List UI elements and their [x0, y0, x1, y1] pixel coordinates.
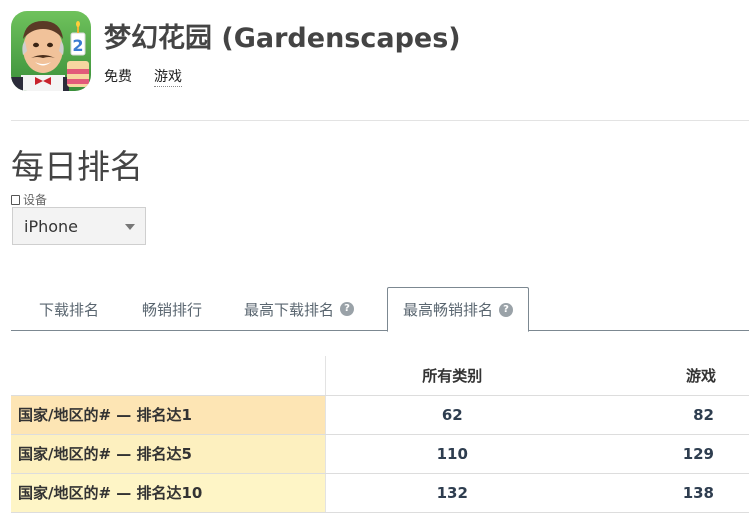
- tab-label: 下载排名: [39, 300, 100, 319]
- app-price: 免费: [104, 69, 132, 85]
- tab-label: 最高下载排名: [244, 300, 335, 319]
- app-title: 梦幻花园 (Gardenscapes): [104, 23, 461, 54]
- cell-games: 129: [579, 434, 749, 474]
- help-icon[interactable]: ?: [340, 302, 355, 316]
- tab-grossing-rank[interactable]: 畅销排行: [142, 287, 202, 331]
- device-label-text: 设备: [23, 193, 48, 207]
- header-divider: [11, 120, 749, 121]
- app-icon: 2: [11, 11, 91, 91]
- table-row: 国家/地区的# — 排名达5 110 129: [11, 434, 749, 474]
- device-select-value: iPhone: [24, 216, 79, 236]
- chevron-down-icon: [125, 224, 135, 230]
- device-label: 设备: [11, 191, 47, 208]
- ranking-table: 所有类别 游戏 国家/地区的# — 排名达1 62 82 国家/地区的# — 排…: [11, 356, 749, 513]
- tab-top-downloads-rank[interactable]: 最高下载排名 ?: [244, 287, 355, 331]
- cell-all-categories: 110: [325, 434, 579, 474]
- device-select[interactable]: iPhone: [12, 207, 146, 245]
- cell-all-categories: 62: [325, 395, 579, 435]
- cell-games: 82: [579, 395, 749, 435]
- row-label: 国家/地区的# — 排名达10: [11, 473, 326, 513]
- gardenscapes-app-icon: 2: [11, 11, 91, 91]
- table-row: 国家/地区的# — 排名达10 132 138: [11, 473, 749, 513]
- row-label: 国家/地区的# — 排名达1: [11, 395, 326, 435]
- icon-badge-number: 2: [72, 36, 83, 55]
- table-header-row: 所有类别 游戏: [11, 356, 749, 396]
- table-row: 国家/地区的# — 排名达1 62 82: [11, 395, 749, 435]
- row-label: 国家/地区的# — 排名达5: [11, 434, 326, 474]
- tab-label: 畅销排行: [142, 300, 203, 319]
- tab-label: 最高畅销排名: [403, 301, 494, 319]
- ranking-tabs: 下载排名 畅销排行 最高下载排名 ? 最高畅销排名 ?: [11, 287, 749, 332]
- table-header-all-categories: 所有类别: [325, 356, 579, 396]
- table-header-blank: [11, 356, 326, 396]
- help-icon[interactable]: ?: [499, 302, 514, 317]
- cell-games: 138: [579, 473, 749, 513]
- app-genre-link[interactable]: 游戏: [154, 68, 182, 87]
- section-title: 每日排名: [11, 147, 143, 186]
- cell-all-categories: 132: [325, 473, 579, 513]
- tab-downloads-rank[interactable]: 下载排名: [39, 287, 99, 331]
- app-meta: 免费 游戏: [104, 68, 182, 87]
- tab-top-grossing-rank[interactable]: 最高畅销排名 ?: [387, 287, 530, 332]
- device-icon: [11, 194, 20, 205]
- table-header-games: 游戏: [579, 356, 749, 396]
